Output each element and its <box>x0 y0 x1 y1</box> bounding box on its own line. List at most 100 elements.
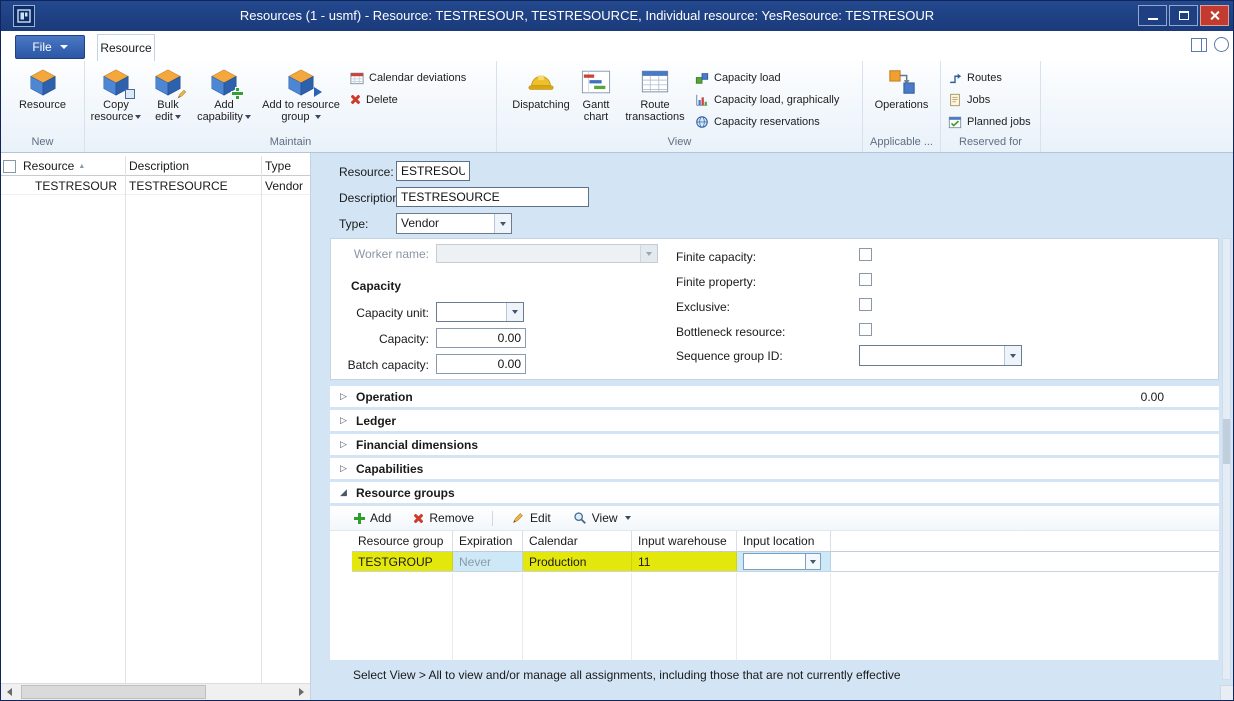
resource-groups-panel: Add Remove Edit View <box>330 506 1219 660</box>
copy-resource-button[interactable]: Copyresource <box>88 63 144 124</box>
table-row[interactable]: TESTGROUP Never Production 11 <box>352 552 1219 572</box>
column-header-input-warehouse[interactable]: Input warehouse <box>632 531 737 551</box>
capacity-load-button[interactable]: Capacity load <box>691 68 843 87</box>
column-divider <box>125 156 126 683</box>
help-icon[interactable] <box>1214 37 1229 52</box>
column-header-input-location[interactable]: Input location <box>737 531 831 551</box>
sequence-group-label: Sequence group ID: <box>676 349 783 363</box>
cell-input-location[interactable] <box>737 552 831 571</box>
resource-input[interactable] <box>396 161 470 181</box>
fasttab-capabilities[interactable]: ▷ Capabilities <box>330 458 1219 479</box>
description-input[interactable] <box>396 187 589 207</box>
column-header-type[interactable]: Type <box>261 156 310 175</box>
table-row[interactable]: TESTRESOUR TESTRESOURCE Vendor <box>1 176 310 195</box>
column-header-description[interactable]: Description <box>125 156 261 175</box>
resource-groups-toolbar: Add Remove Edit View <box>330 506 1219 531</box>
gantt-chart-button[interactable]: Ganttchart <box>573 63 619 124</box>
bulk-edit-button[interactable]: Bulkedit <box>144 63 192 124</box>
fasttab-resource-groups[interactable]: ◢ Resource groups <box>330 482 1219 503</box>
arrow-badge-icon <box>314 87 322 97</box>
sequence-group-select[interactable] <box>859 345 1022 366</box>
capacity-load-graphically-button[interactable]: Capacity load, graphically <box>691 90 843 109</box>
scroll-right-button[interactable] <box>293 684 310 700</box>
capacity-reservations-button[interactable]: Capacity reservations <box>691 112 843 131</box>
chevron-down-icon[interactable] <box>1004 346 1021 365</box>
jobs-button[interactable]: Jobs <box>944 90 1035 109</box>
group-label-maintain: Maintain <box>85 135 496 152</box>
document-icon <box>948 93 962 107</box>
dynamics-ax-icon <box>17 9 31 23</box>
operation-summary-value: 0.00 <box>1141 390 1164 404</box>
new-resource-button[interactable]: Resource <box>12 63 74 112</box>
cell-calendar[interactable]: Production <box>523 552 632 571</box>
ribbon-tab-row: File Resource <box>1 31 1233 61</box>
finite-property-label: Finite property: <box>676 275 756 289</box>
fasttab-ledger[interactable]: ▷ Ledger <box>330 410 1219 431</box>
capacity-unit-select[interactable] <box>436 302 524 322</box>
capacity-input[interactable] <box>436 328 526 348</box>
batch-capacity-input[interactable] <box>436 354 526 374</box>
calendar-deviations-button[interactable]: Calendar deviations <box>346 68 470 87</box>
select-all-cell <box>1 156 19 175</box>
column-header-expiration[interactable]: Expiration <box>453 531 523 551</box>
bottleneck-resource-label: Bottleneck resource: <box>676 325 785 339</box>
remove-button[interactable]: Remove <box>409 509 478 527</box>
input-location-select[interactable] <box>743 553 821 570</box>
chevron-down-icon[interactable] <box>506 303 523 321</box>
gantt-chart-icon <box>581 67 611 97</box>
scrollbar-thumb[interactable] <box>1223 419 1230 464</box>
add-to-resource-group-button[interactable]: Add to resourcegroup <box>256 63 346 124</box>
minimize-button[interactable] <box>1138 5 1167 26</box>
vertical-scrollbar[interactable] <box>1222 238 1231 680</box>
horizontal-scrollbar[interactable] <box>1 683 310 700</box>
bulk-edit-icon <box>153 67 183 97</box>
column-header-resource[interactable]: Resource▲ <box>19 156 125 175</box>
cell-resource-group[interactable]: TESTGROUP <box>352 552 453 571</box>
route-transactions-button[interactable]: Routetransactions <box>619 63 691 124</box>
cell-type[interactable]: Vendor <box>261 176 310 194</box>
finite-capacity-checkbox[interactable] <box>859 248 872 261</box>
routes-button[interactable]: Routes <box>944 68 1035 87</box>
finite-property-checkbox[interactable] <box>859 273 872 286</box>
maximize-button[interactable] <box>1169 5 1198 26</box>
fasttab-financial-dimensions[interactable]: ▷ Financial dimensions <box>330 434 1219 455</box>
column-header-calendar[interactable]: Calendar <box>523 531 632 551</box>
worker-name-select <box>436 244 658 263</box>
view-menu-button[interactable]: View <box>569 509 635 527</box>
chevron-down-icon[interactable] <box>805 554 820 569</box>
planned-jobs-button[interactable]: Planned jobs <box>944 112 1035 131</box>
bottleneck-resource-checkbox[interactable] <box>859 323 872 336</box>
ribbon-group-new: Resource New <box>1 61 85 152</box>
column-header-resource-group[interactable]: Resource group <box>352 531 453 551</box>
exclusive-checkbox[interactable] <box>859 298 872 311</box>
route-table-icon <box>640 67 670 97</box>
cell-resource[interactable]: TESTRESOUR <box>19 176 125 194</box>
add-capability-button[interactable]: Addcapability <box>192 63 256 124</box>
add-button[interactable]: Add <box>350 509 395 527</box>
planned-calendar-icon <box>948 115 962 129</box>
layout-icon[interactable] <box>1191 38 1207 52</box>
chevron-down-icon <box>60 45 68 49</box>
operations-button[interactable]: Operations <box>869 63 935 112</box>
dispatching-button[interactable]: Dispatching <box>509 63 573 112</box>
maximize-icon <box>1179 11 1189 20</box>
chevron-down-icon <box>315 115 321 119</box>
type-select[interactable]: Vendor <box>396 213 512 234</box>
tab-resource[interactable]: Resource <box>97 34 155 61</box>
chevron-down-icon[interactable] <box>494 214 511 233</box>
fasttab-operation[interactable]: ▷ Operation 0.00 <box>330 386 1219 407</box>
edit-button[interactable]: Edit <box>507 509 555 527</box>
app-icon[interactable] <box>13 5 35 27</box>
file-menu-button[interactable]: File <box>15 35 85 59</box>
scrollbar-thumb[interactable] <box>21 685 206 699</box>
cell-input-warehouse[interactable]: 11 <box>632 552 737 571</box>
scroll-left-button[interactable] <box>1 684 18 700</box>
delete-button[interactable]: Delete <box>346 90 470 109</box>
close-button[interactable] <box>1200 5 1229 26</box>
row-selector-cell[interactable] <box>1 176 19 194</box>
select-all-checkbox[interactable] <box>3 160 16 173</box>
capacity-unit-label: Capacity unit: <box>331 306 429 320</box>
cell-description[interactable]: TESTRESOURCE <box>125 176 261 194</box>
cell-expiration[interactable]: Never <box>453 552 523 571</box>
scrollbar-corner <box>1220 685 1233 700</box>
